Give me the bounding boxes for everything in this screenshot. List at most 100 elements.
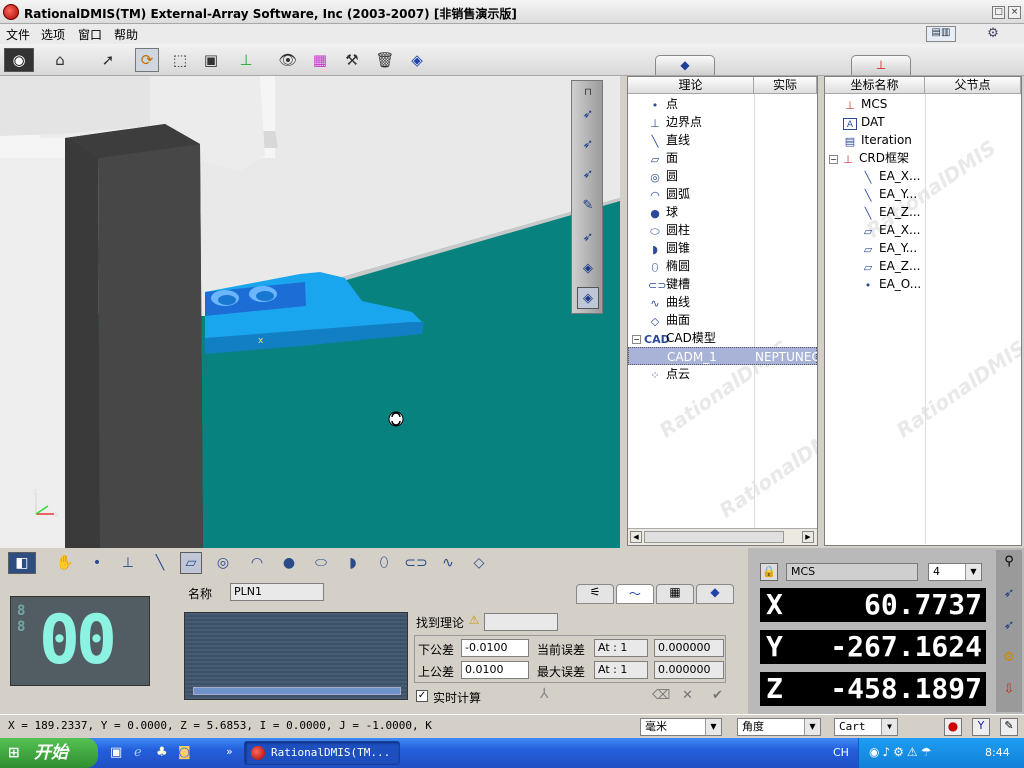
coord-item[interactable]: ╲ EA_Y... xyxy=(861,185,917,203)
probe-view-icon[interactable]: ◉ xyxy=(4,48,34,72)
coord-item[interactable]: ⊥ MCS xyxy=(843,95,887,113)
chevron-down-icon[interactable]: ▼ xyxy=(881,719,897,735)
lock-icon[interactable]: 🔒 xyxy=(760,563,778,581)
gear-icon[interactable]: ⚙ xyxy=(999,650,1019,672)
surface-select-icon[interactable]: ◈ xyxy=(405,48,429,72)
cad-viewport[interactable]: x z x xyxy=(0,76,620,548)
coord-type-select[interactable]: Cart ▼ xyxy=(834,718,898,736)
collapse-icon[interactable]: − xyxy=(632,335,641,344)
eye-icon[interactable]: 👁 xyxy=(276,48,300,72)
col-theory[interactable]: 理论 xyxy=(628,77,754,94)
select-arrow-icon[interactable]: ➚ xyxy=(96,48,120,72)
upper-tol-input[interactable]: 0.0100 xyxy=(461,661,529,679)
coord-item[interactable]: ▱ EA_Y... xyxy=(861,239,917,257)
edge-point-icon[interactable]: ⊥ xyxy=(117,552,139,574)
cone-icon[interactable]: ◗ xyxy=(342,552,364,574)
machine-tool-icon[interactable]: ⚒ xyxy=(340,48,364,72)
select-blue-icon[interactable]: ➶ xyxy=(577,133,599,155)
coord-item[interactable]: • EA_O... xyxy=(861,275,921,293)
edit-select-icon[interactable]: ✎ xyxy=(577,194,599,216)
list-item[interactable]: − CADCAD模型 xyxy=(632,329,716,347)
coord-system-field[interactable]: MCS xyxy=(786,563,918,581)
select-gray-icon[interactable]: ➶ xyxy=(577,163,599,185)
circle-icon[interactable]: ◎ xyxy=(212,552,234,574)
coord-item[interactable]: ▤ Iteration xyxy=(843,131,912,149)
list-item[interactable]: ⬯ 椭圆 xyxy=(648,257,690,275)
coord-item[interactable]: − ⊥ CRD框架 xyxy=(829,149,909,167)
col-coord-name[interactable]: 坐标名称 xyxy=(825,77,925,94)
color-palette-icon[interactable]: ▦ xyxy=(308,48,332,72)
realtime-checkbox[interactable]: ✓ xyxy=(416,690,428,702)
pin-icon[interactable]: ⊓ xyxy=(577,81,599,103)
h-scrollbar[interactable]: ◀ ▶ xyxy=(628,528,817,545)
zoom-box-icon[interactable]: ⬚ xyxy=(168,48,192,72)
measure-mode-icon[interactable]: ◧ xyxy=(8,552,36,574)
multi-surface-icon[interactable]: ◈ xyxy=(577,257,599,279)
list-item[interactable]: ▱ 面 xyxy=(648,149,678,167)
erase-icon[interactable]: ⌫ xyxy=(652,688,670,703)
list-item[interactable]: ∿ 曲线 xyxy=(648,293,690,311)
quicklaunch-ie-icon[interactable]: ℯ xyxy=(134,745,142,760)
list-item[interactable]: ⁘ 点云 xyxy=(648,365,690,383)
list-item-selected[interactable]: CADM_1 NEPTUNEC xyxy=(628,347,817,365)
menu-window[interactable]: 窗口 xyxy=(78,26,102,43)
point-icon[interactable]: • xyxy=(86,552,108,574)
tab-table[interactable]: ▦ xyxy=(656,584,694,604)
quicklaunch-desktop-icon[interactable]: ▣ xyxy=(110,745,122,760)
probe-tip-icon[interactable]: ⅄ xyxy=(540,686,549,702)
select-side-icon[interactable]: ➶ xyxy=(999,586,1019,608)
coord-item[interactable]: ╲ EA_X... xyxy=(861,167,921,185)
lock-y-icon[interactable]: Y xyxy=(972,718,990,736)
curve-icon[interactable]: ∿ xyxy=(437,552,459,574)
layout-icon[interactable]: ▤▥ xyxy=(926,26,956,42)
machine-icon[interactable]: ⚙ xyxy=(978,26,1008,42)
tab-probe[interactable]: ⚟ xyxy=(576,584,614,604)
lower-tol-input[interactable]: -0.0100 xyxy=(461,639,529,657)
axis-icon[interactable]: ⊥ xyxy=(234,48,258,72)
surface-pick-icon[interactable]: ◈ xyxy=(577,287,599,309)
unit-select[interactable]: 毫米 ▼ xyxy=(640,718,722,736)
list-item[interactable]: ⊂⊃键槽 xyxy=(648,275,690,293)
surface-icon[interactable]: ◇ xyxy=(468,552,490,574)
clear-icon[interactable]: ✕ xyxy=(682,688,693,703)
list-item[interactable]: ◠ 圆弧 xyxy=(648,185,690,203)
close-button[interactable]: × xyxy=(1008,6,1021,19)
select-red-icon[interactable]: ➶ xyxy=(577,103,599,125)
list-item[interactable]: ● 球 xyxy=(648,203,678,221)
arc-icon[interactable]: ◠ xyxy=(246,552,268,574)
col-actual[interactable]: 实际 xyxy=(754,77,817,94)
quicklaunch-app-icon[interactable]: ♣ xyxy=(156,745,168,760)
list-item[interactable]: ◇ 曲面 xyxy=(648,311,690,329)
coord-item[interactable]: ╲ EA_Z... xyxy=(861,203,921,221)
coord-item[interactable]: ▱ EA_X... xyxy=(861,221,921,239)
list-item[interactable]: ◎ 圆 xyxy=(648,167,678,185)
sphere-icon[interactable]: ● xyxy=(278,552,300,574)
list-item[interactable]: ⬭ 圆柱 xyxy=(648,221,690,239)
quicklaunch-shield-icon[interactable]: ◙ xyxy=(178,745,191,760)
ellipse-icon[interactable]: ⬯ xyxy=(373,552,395,574)
tray-icons[interactable]: ◉♪⚙⚠☂ xyxy=(869,745,934,759)
menu-options[interactable]: 选项 xyxy=(41,26,65,43)
record-icon[interactable]: ● xyxy=(944,718,962,736)
tab-3d[interactable]: ◆ xyxy=(696,584,734,604)
app-icon[interactable] xyxy=(3,4,19,20)
plane-icon[interactable]: ▱ xyxy=(180,552,202,574)
name-input[interactable]: PLN1 xyxy=(230,583,324,601)
col-parent[interactable]: 父节点 xyxy=(925,77,1021,94)
cylinder-icon[interactable]: ⬭ xyxy=(310,552,332,574)
coord-item[interactable]: ▱ EA_Z... xyxy=(861,257,921,275)
list-item[interactable]: ╲ 直线 xyxy=(648,131,690,149)
found-theory-field[interactable] xyxy=(484,613,558,631)
angle-select[interactable]: 角度 ▼ xyxy=(737,718,821,736)
language-indicator[interactable]: CH xyxy=(833,746,849,759)
probe-side-icon[interactable]: ⚲ xyxy=(999,554,1019,576)
list-item[interactable]: ◗ 圆锥 xyxy=(648,239,690,257)
tab-features[interactable]: ◆ xyxy=(655,55,715,75)
quicklaunch-more-icon[interactable]: » xyxy=(226,745,233,758)
menu-help[interactable]: 帮助 xyxy=(114,26,138,43)
chevron-down-icon[interactable]: ▼ xyxy=(804,719,820,735)
chevron-down-icon[interactable]: ▼ xyxy=(705,719,721,735)
home-icon[interactable]: ⌂ xyxy=(48,48,72,72)
confirm-icon[interactable]: ✔ xyxy=(712,688,723,703)
task-rationaldmis[interactable]: RationalDMIS(TM... xyxy=(244,741,400,765)
